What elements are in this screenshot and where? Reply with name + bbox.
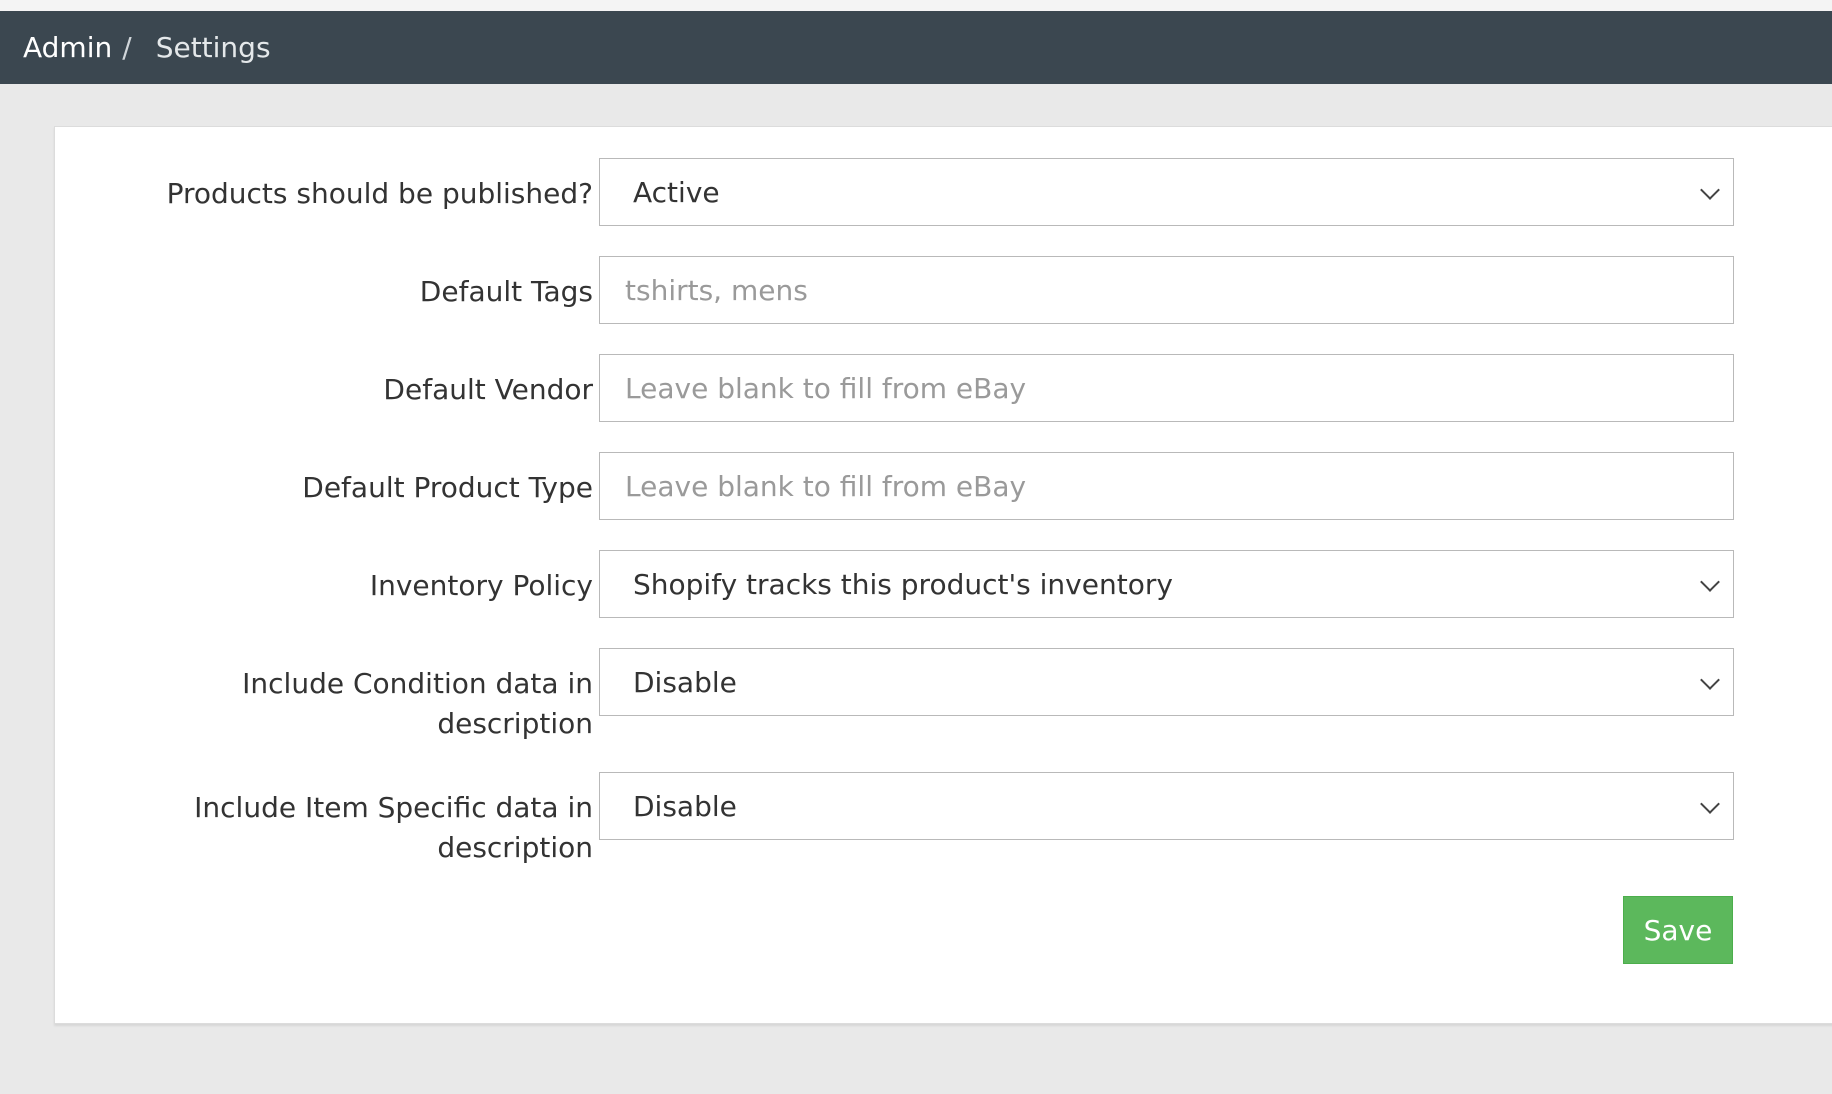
published-label: Products should be published? bbox=[166, 177, 593, 210]
item-specific-select-value: Disable bbox=[633, 789, 737, 823]
default-vendor-placeholder: Leave blank to fill from eBay bbox=[625, 371, 1027, 405]
condition-select[interactable]: Disable bbox=[599, 648, 1734, 716]
breadcrumb: Admin / Settings bbox=[0, 11, 1832, 84]
top-strip bbox=[0, 0, 1832, 11]
breadcrumb-separator: / bbox=[122, 31, 132, 64]
item-specific-label-line1: Include Item Specific data in bbox=[194, 791, 593, 824]
default-vendor-label: Default Vendor bbox=[383, 373, 593, 406]
item-specific-label: Include Item Specific data in descriptio… bbox=[115, 788, 593, 868]
item-specific-label-line2: description bbox=[437, 831, 593, 864]
default-tags-input[interactable]: tshirts, mens bbox=[599, 256, 1734, 324]
condition-select-value: Disable bbox=[633, 665, 737, 699]
published-select[interactable]: Active bbox=[599, 158, 1734, 226]
chevron-down-icon bbox=[1700, 572, 1720, 592]
inventory-policy-select-value: Shopify tracks this product's inventory bbox=[633, 567, 1173, 601]
settings-panel: Products should be published? Active Def… bbox=[54, 126, 1832, 1024]
inventory-policy-label: Inventory Policy bbox=[369, 569, 593, 602]
save-button[interactable]: Save bbox=[1623, 896, 1733, 964]
default-tags-placeholder: tshirts, mens bbox=[625, 273, 808, 307]
published-select-value: Active bbox=[633, 175, 720, 209]
chevron-down-icon bbox=[1700, 794, 1720, 814]
chevron-down-icon bbox=[1700, 180, 1720, 200]
default-product-type-label: Default Product Type bbox=[302, 471, 593, 504]
condition-label-line1: Include Condition data in bbox=[242, 667, 593, 700]
condition-label-line2: description bbox=[437, 707, 593, 740]
item-specific-select[interactable]: Disable bbox=[599, 772, 1734, 840]
default-tags-label: Default Tags bbox=[419, 275, 593, 308]
default-product-type-placeholder: Leave blank to fill from eBay bbox=[625, 469, 1027, 503]
chevron-down-icon bbox=[1700, 670, 1720, 690]
default-product-type-input[interactable]: Leave blank to fill from eBay bbox=[599, 452, 1734, 520]
default-vendor-input[interactable]: Leave blank to fill from eBay bbox=[599, 354, 1734, 422]
breadcrumb-admin-link[interactable]: Admin bbox=[23, 31, 112, 64]
breadcrumb-current-page: Settings bbox=[155, 31, 271, 64]
condition-label: Include Condition data in description bbox=[115, 664, 593, 744]
inventory-policy-select[interactable]: Shopify tracks this product's inventory bbox=[599, 550, 1734, 618]
